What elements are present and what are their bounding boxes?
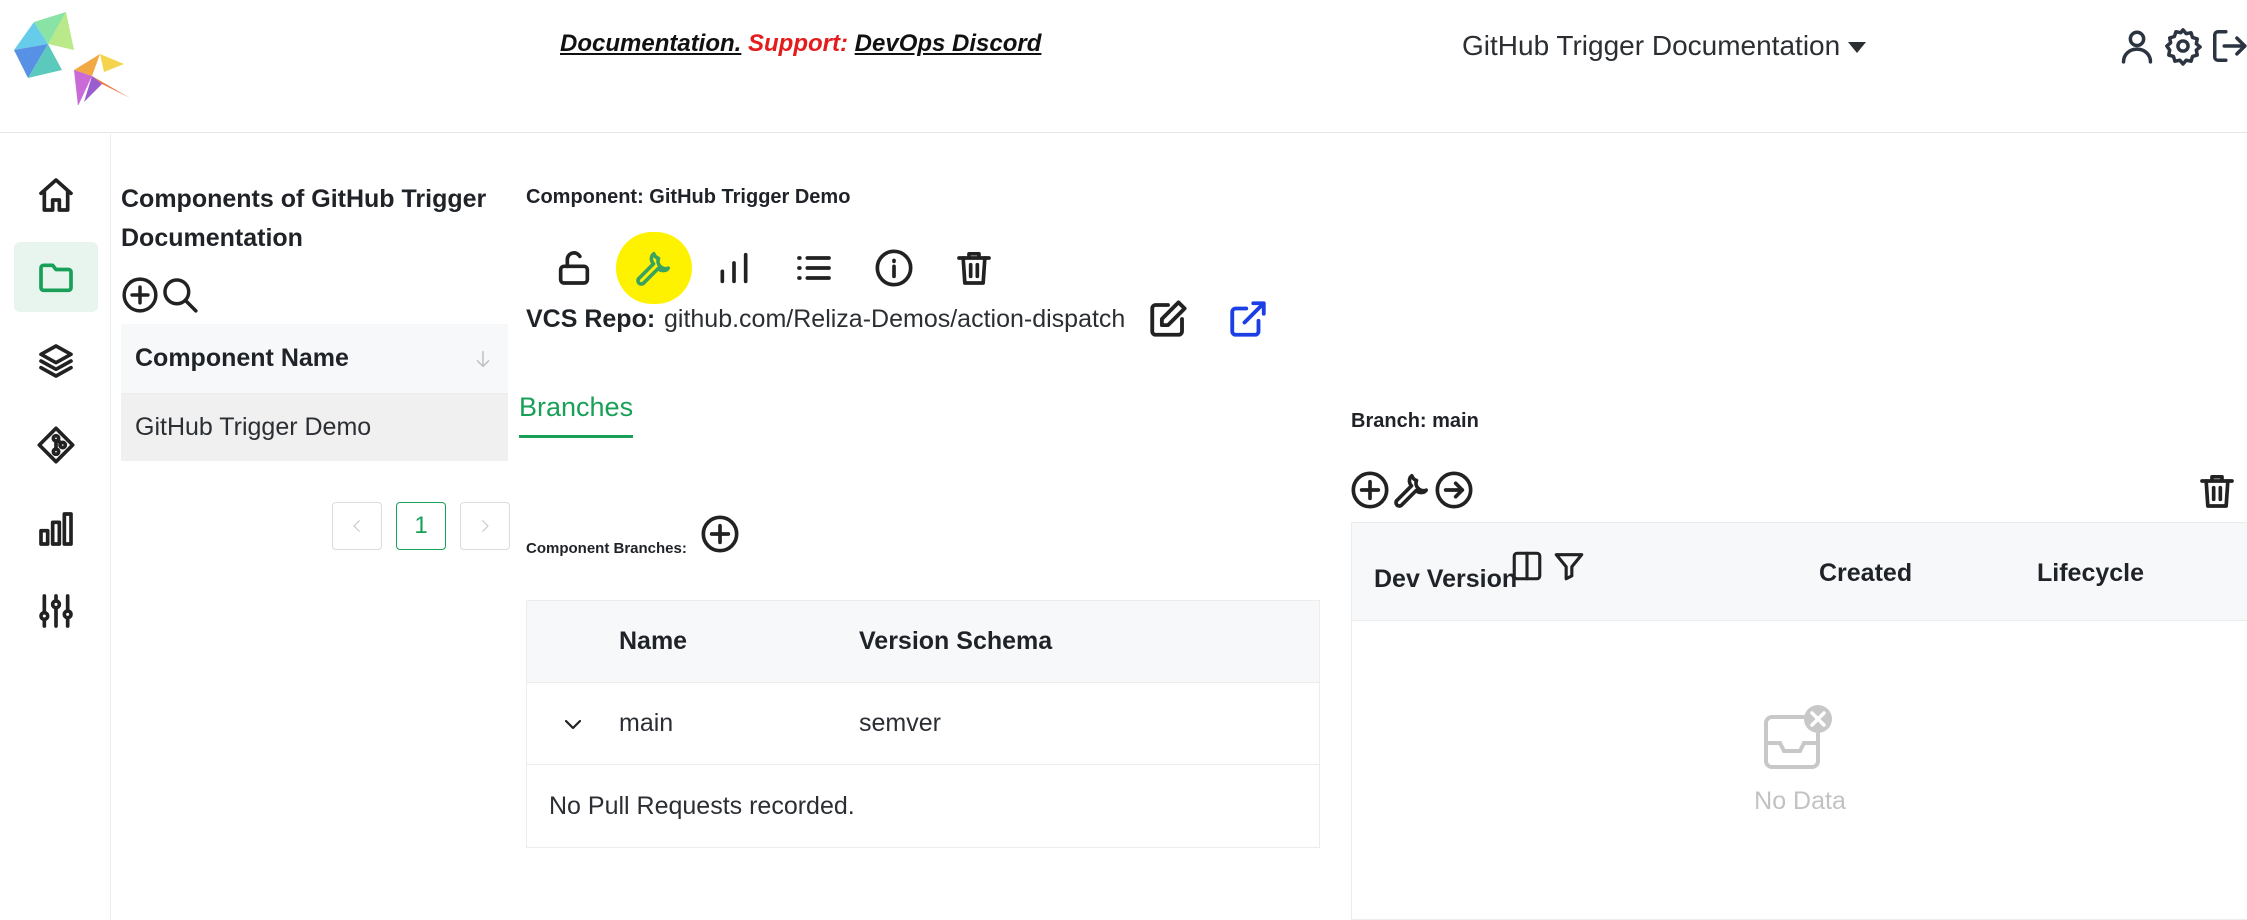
components-table: Component Name GitHub Trigger Demo: [121, 324, 508, 461]
documentation-link[interactable]: Documentation.: [560, 30, 741, 57]
left-nav: [0, 134, 111, 920]
column-header-name: Name: [619, 627, 688, 655]
edit-icon[interactable]: [1147, 298, 1189, 340]
column-header-dev-version: Dev Version: [1374, 565, 1518, 593]
component-toolbar: [534, 232, 1014, 304]
trash-icon[interactable]: [934, 232, 1014, 304]
logout-icon[interactable]: [2210, 26, 2247, 66]
add-circle-icon[interactable]: [1350, 470, 1390, 510]
no-data-text: No Data: [1754, 787, 1846, 815]
table-row[interactable]: GitHub Trigger Demo: [121, 394, 508, 461]
sliders-icon[interactable]: [14, 576, 98, 646]
chevron-down-icon[interactable]: [527, 712, 619, 736]
list-icon[interactable]: [774, 232, 854, 304]
empty-state: No Data: [1352, 703, 2247, 816]
bar-chart-icon[interactable]: [14, 494, 98, 564]
folder-icon[interactable]: [14, 242, 98, 312]
column-header-version-schema: Version Schema: [859, 627, 1053, 655]
branch-title: Branch: main: [1351, 410, 1479, 432]
table-row[interactable]: main semver: [527, 683, 1319, 765]
add-circle-icon[interactable]: [121, 276, 159, 314]
components-panel: Components of GitHub Trigger Documentati…: [121, 180, 509, 461]
version-schema-cell: semver: [859, 709, 941, 737]
vcs-repo: VCS Repo: github.com/Reliza-Demos/action…: [526, 298, 1269, 340]
column-header-created: Created: [1819, 559, 1913, 587]
sort-down-icon[interactable]: [472, 348, 494, 370]
components-actions: [121, 276, 509, 314]
bar-chart-icon[interactable]: [694, 232, 774, 304]
empty-inbox-icon: [1352, 703, 2247, 775]
releases-table-header: Dev Version Created Lifecycle: [1352, 523, 2247, 621]
components-table-header[interactable]: Component Name: [121, 324, 508, 394]
discord-link[interactable]: DevOps Discord: [855, 30, 1042, 57]
column-header-lifecycle: Lifecycle: [2037, 559, 2145, 587]
branches-table-header: Name Version Schema: [527, 601, 1319, 683]
top-header: Documentation. Support: DevOps Discord G…: [0, 0, 2247, 133]
filter-icon[interactable]: [1552, 549, 1586, 583]
components-title: Components of GitHub Trigger Documentati…: [121, 185, 487, 252]
next-page-button[interactable]: [460, 502, 510, 550]
column-header-component-name: Component Name: [135, 344, 349, 372]
prev-page-button[interactable]: [332, 502, 382, 550]
arrow-right-circle-icon[interactable]: [1434, 470, 1474, 510]
org-selector[interactable]: GitHub Trigger Documentation: [1462, 30, 1867, 62]
app-logo[interactable]: [4, 10, 134, 105]
caret-down-icon: [1848, 41, 1867, 53]
columns-icon[interactable]: [1510, 549, 1544, 583]
releases-table: Dev Version Created Lifecycle No Data: [1351, 522, 2247, 920]
header-icons: [2118, 26, 2247, 66]
branch-name-cell: main: [619, 709, 674, 737]
wrench-icon[interactable]: [1392, 470, 1432, 510]
layers-icon[interactable]: [14, 326, 98, 396]
page-number-button[interactable]: 1: [396, 502, 446, 550]
gear-icon[interactable]: [2164, 26, 2202, 66]
vcs-repo-value: github.com/Reliza-Demos/action-dispatch: [664, 304, 1126, 333]
branches-table: Name Version Schema main semver No Pull …: [526, 600, 1320, 848]
doc-links: Documentation. Support: DevOps Discord: [560, 30, 1041, 58]
component-branches-label: Component Branches:: [526, 540, 687, 557]
trash-icon[interactable]: [2197, 470, 2237, 512]
unlock-icon[interactable]: [534, 232, 614, 304]
external-link-icon[interactable]: [1227, 298, 1269, 340]
git-icon[interactable]: [14, 410, 98, 480]
info-icon[interactable]: [854, 232, 934, 304]
support-label: Support:: [748, 30, 848, 57]
pagination: 1: [332, 502, 510, 550]
org-selector-label: GitHub Trigger Documentation: [1462, 30, 1841, 61]
wrench-icon[interactable]: [616, 232, 692, 304]
no-pull-requests-text: No Pull Requests recorded.: [549, 791, 855, 820]
vcs-repo-label: VCS Repo:: [526, 304, 656, 333]
add-branch-icon[interactable]: [700, 514, 740, 554]
column-header-tools: [1510, 549, 1586, 583]
branch-actions: [1350, 470, 1474, 510]
home-icon[interactable]: [14, 160, 98, 230]
user-icon[interactable]: [2118, 26, 2156, 66]
tab-branches[interactable]: Branches: [519, 392, 634, 438]
component-header: Component: GitHub Trigger Demo: [526, 186, 851, 208]
component-name-cell: GitHub Trigger Demo: [135, 413, 372, 441]
search-icon[interactable]: [161, 276, 199, 314]
